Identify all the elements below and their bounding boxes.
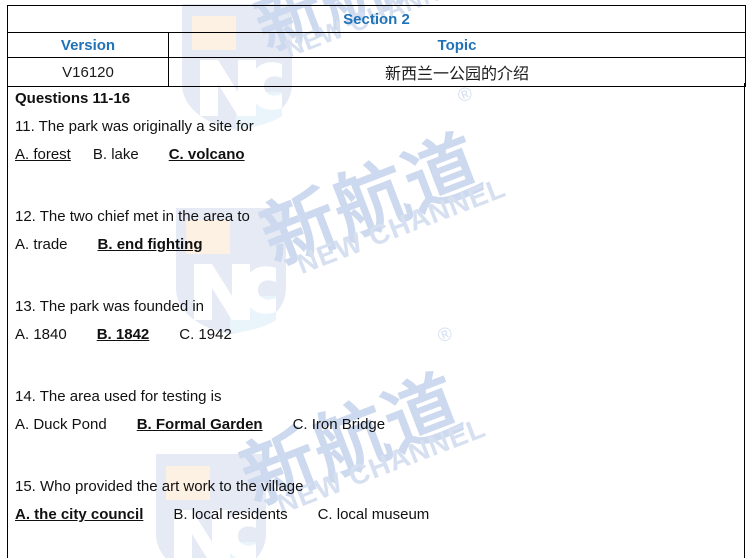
question-block-11: 11. The park was originally a site for A…: [8, 118, 746, 163]
option-14-c[interactable]: C. Iron Bridge: [293, 416, 386, 433]
option-15-a[interactable]: A. the city council: [15, 506, 143, 523]
question-stem-14: 14. The area used for testing is: [15, 388, 222, 405]
option-14-b[interactable]: B. Formal Garden: [137, 416, 263, 433]
option-15-b[interactable]: B. local residents: [173, 506, 287, 523]
question-options-11: A. forest B. lake C. volcano: [15, 146, 746, 163]
question-stem-15: 15. Who provided the art work to the vil…: [15, 478, 304, 495]
question-stem-12: 12. The two chief met in the area to: [15, 208, 250, 225]
question-block-13: 13. The park was founded in A. 1840 B. 18…: [8, 298, 746, 343]
option-11-c[interactable]: C. volcano: [169, 146, 245, 163]
question-block-15: 15. Who provided the art work to the vil…: [8, 478, 746, 523]
questions-heading: Questions 11-16: [15, 90, 131, 107]
option-13-b[interactable]: B. 1842: [97, 326, 150, 343]
question-options-13: A. 1840 B. 1842 C. 1942: [15, 326, 746, 343]
option-14-a[interactable]: A. Duck Pond: [15, 416, 107, 433]
option-11-b[interactable]: B. lake: [93, 146, 139, 163]
question-options-12: A. trade B. end fighting: [15, 236, 746, 253]
questions-heading-block: Questions 11-16: [8, 90, 746, 107]
column-header-version: Version: [7, 32, 169, 58]
section-title: Section 2: [7, 5, 746, 33]
question-block-12: 12. The two chief met in the area to A. …: [8, 208, 746, 253]
question-stem-13: 13. The park was founded in: [15, 298, 205, 315]
option-11-a[interactable]: A. forest: [15, 146, 71, 163]
question-options-15: A. the city council B. local residents C. …: [15, 506, 746, 523]
table-row-section: Section 2: [7, 5, 746, 33]
questions-body-frame: Questions 11-16 11. The park was origina…: [7, 83, 745, 558]
question-stem-11: 11. The park was originally a site for: [15, 118, 254, 135]
option-15-c[interactable]: C. local museum: [318, 506, 430, 523]
option-12-b[interactable]: B. end fighting: [98, 236, 203, 253]
document-page: 新航道 ® NEW CHANNEL 新航道 ® NEW CHANNEL: [0, 0, 752, 558]
column-header-topic: Topic: [168, 32, 746, 58]
section-info-table: Section 2 Version Topic V16120 新西兰一公园的介绍: [7, 5, 746, 87]
question-options-14: A. Duck Pond B. Formal Garden C. Iron Brid…: [15, 416, 746, 433]
table-row-headers: Version Topic: [7, 32, 746, 58]
option-12-a[interactable]: A. trade: [15, 236, 68, 253]
document-content: Section 2 Version Topic V16120 新西兰一公园的介绍…: [0, 0, 752, 558]
question-block-14: 14. The area used for testing is A. Duck…: [8, 388, 746, 433]
option-13-c[interactable]: C. 1942: [179, 326, 232, 343]
option-13-a[interactable]: A. 1840: [15, 326, 67, 343]
